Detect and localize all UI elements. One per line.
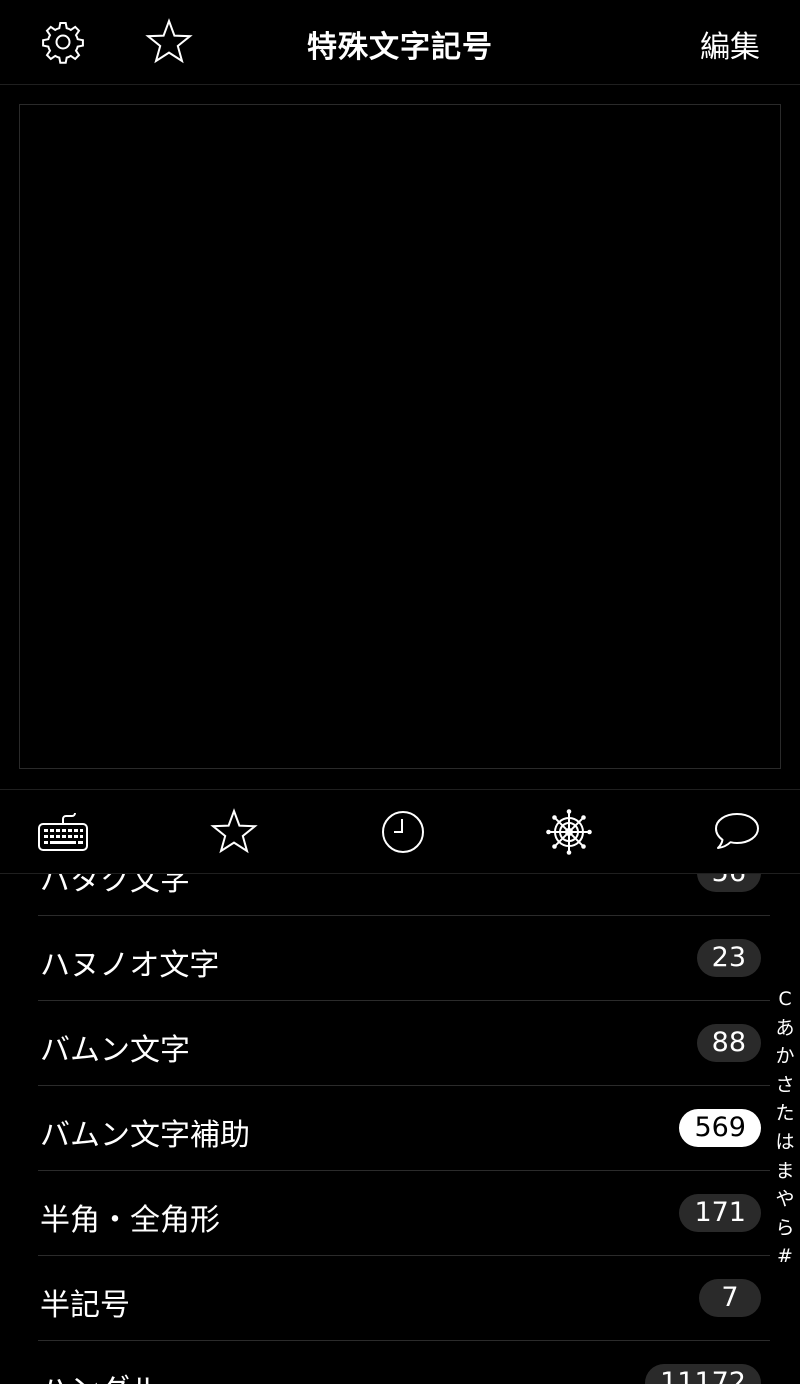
favorites-star-icon[interactable] (204, 807, 264, 857)
character-preview-area[interactable] (19, 104, 781, 769)
list-item[interactable]: ハングル 11172 (38, 1341, 770, 1384)
keyboard-icon[interactable] (33, 807, 93, 857)
list-item-label: バタク文字 (40, 874, 190, 898)
edit-button[interactable]: 編集 (700, 22, 760, 66)
count-badge: 23 (696, 939, 761, 977)
section-index[interactable]: C あ か さ た は ま や ら # (774, 985, 796, 1271)
page-title: 特殊文字記号 (307, 30, 493, 65)
count-badge: 88 (696, 1024, 761, 1062)
list-item[interactable]: ハヌノオ文字 23 (38, 916, 770, 1001)
section-index-item[interactable]: や (775, 1185, 794, 1214)
list-item[interactable]: バムン文字 88 (38, 1001, 770, 1086)
list-item[interactable]: 半角・全角形 171 (38, 1171, 770, 1256)
count-badge: 11172 (645, 1364, 761, 1384)
list-item-label: ハングル (40, 1365, 160, 1384)
list-item-label: バムン文字 (40, 1033, 190, 1068)
section-index-item[interactable]: あ (775, 1014, 794, 1043)
section-index-item[interactable]: C (778, 985, 791, 1014)
list-item[interactable]: バタク文字 56 (38, 874, 770, 916)
list-item-label: 半記号 (40, 1288, 130, 1323)
section-index-item[interactable]: か (775, 1042, 794, 1071)
section-index-item[interactable]: ら (775, 1214, 794, 1243)
list-item[interactable]: 半記号 7 (38, 1256, 770, 1341)
count-badge: 171 (679, 1194, 761, 1232)
list-item-label: バムン文字補助 (40, 1118, 250, 1153)
category-list[interactable]: バタク文字 56 ハヌノオ文字 23 バムン文字 88 バムン文字補助 569 … (0, 874, 770, 1384)
count-badge: 7 (699, 1279, 761, 1317)
app-screen: 特殊文字記号 編集 バタク文字 ハヌノオ文字 23 バムン文字 88 バムン文字… (0, 0, 800, 1384)
list-item[interactable]: バムン文字補助 569 (38, 1086, 770, 1171)
section-index-item[interactable]: た (775, 1099, 794, 1128)
section-index-item[interactable]: ま (775, 1157, 794, 1186)
list-item-label: ハヌノオ文字 (40, 948, 220, 983)
section-index-item[interactable]: # (777, 1242, 793, 1271)
section-index-item[interactable]: さ (775, 1071, 794, 1100)
ship-wheel-icon[interactable] (539, 807, 599, 857)
nav-bar: 特殊文字記号 編集 (0, 0, 800, 85)
clock-icon[interactable] (373, 807, 433, 857)
category-toolbar (0, 789, 800, 874)
count-badge: 569 (679, 1109, 761, 1147)
section-index-item[interactable]: は (775, 1128, 794, 1157)
list-item-label: 半角・全角形 (40, 1203, 220, 1238)
speech-bubble-icon[interactable] (707, 807, 767, 857)
count-badge: 56 (696, 874, 761, 892)
